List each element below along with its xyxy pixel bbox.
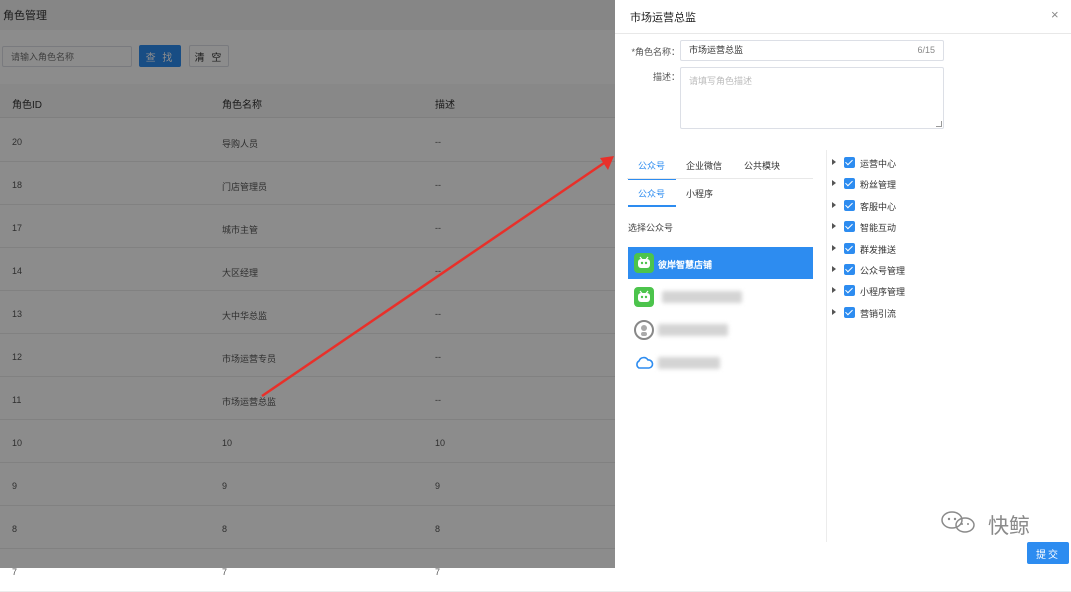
submit-button[interactable]: 提交 bbox=[1027, 542, 1069, 564]
caret-right-icon[interactable] bbox=[832, 244, 836, 251]
drawer-title: 市场运营总监 bbox=[630, 12, 696, 24]
caret-right-icon[interactable] bbox=[832, 266, 836, 272]
checkbox-checked-icon[interactable] bbox=[844, 306, 855, 318]
role-name-counter: 6/15 bbox=[917, 45, 935, 55]
tree-item-label: 客服中心 bbox=[860, 201, 897, 212]
select-account-label: 选择公众号 bbox=[628, 223, 674, 233]
tab-common-module[interactable]: 公共模块 bbox=[744, 159, 780, 172]
caret-right-icon[interactable] bbox=[832, 287, 836, 294]
tab-wecom[interactable]: 企业微信 bbox=[686, 159, 722, 172]
role-name-value: 市场运营总监 bbox=[689, 45, 744, 55]
subtab-active-indicator bbox=[628, 205, 676, 207]
subtab-mini-program[interactable]: 小程序 bbox=[686, 187, 713, 200]
checkbox-checked-icon[interactable] bbox=[844, 199, 855, 211]
checkbox-checked-icon[interactable] bbox=[844, 264, 855, 275]
account-name: 彼岸智慧店铺 bbox=[658, 260, 713, 270]
tree-item-label: 运营中心 bbox=[860, 159, 897, 169]
caret-right-icon[interactable] bbox=[832, 159, 836, 165]
drawer-divider bbox=[615, 33, 1071, 34]
role-name-input[interactable]: 市场运营总监 6/15 bbox=[680, 40, 944, 61]
tree-item-label: 小程序管理 bbox=[860, 287, 906, 298]
watermark-text: 快鲸 bbox=[988, 514, 1030, 538]
modal-overlay[interactable] bbox=[0, 0, 615, 568]
cell-id: 7 bbox=[12, 567, 18, 577]
caret-right-icon[interactable] bbox=[832, 180, 836, 187]
close-icon[interactable]: × bbox=[1051, 7, 1059, 22]
description-label: 描述： bbox=[652, 72, 680, 82]
checkbox-checked-icon[interactable] bbox=[844, 285, 855, 297]
role-edit-drawer: 市场运营总监 × *角色名称： 市场运营总监 6/15 描述： 请填写角色描述 … bbox=[615, 0, 1071, 568]
account-item-4[interactable] bbox=[628, 347, 813, 379]
tree-item-label: 营销引流 bbox=[860, 308, 897, 319]
cloud-icon bbox=[634, 353, 654, 373]
account-item-3[interactable] bbox=[628, 314, 813, 346]
blurred-account-name bbox=[662, 291, 742, 303]
tree-item-label: 智能互动 bbox=[860, 223, 897, 234]
mini-program-icon bbox=[634, 287, 654, 307]
account-item-2[interactable] bbox=[628, 281, 813, 313]
description-textarea[interactable]: 请填写角色描述 bbox=[680, 67, 944, 129]
tabs-divider bbox=[627, 178, 813, 179]
role-name-label: *角色名称： bbox=[631, 47, 680, 57]
tree-item-label: 公众号管理 bbox=[860, 266, 906, 276]
account-item-1[interactable]: 彼岸智慧店铺 bbox=[628, 247, 813, 279]
avatar-icon bbox=[634, 320, 654, 340]
resize-handle-icon[interactable] bbox=[936, 121, 942, 127]
watermark: 快鲸 bbox=[938, 508, 1038, 538]
subtab-official-account[interactable]: 公众号 bbox=[638, 187, 665, 200]
caret-right-icon[interactable] bbox=[832, 223, 836, 230]
checkbox-checked-icon[interactable] bbox=[844, 221, 855, 233]
tab-official-account[interactable]: 公众号 bbox=[638, 159, 665, 172]
tree-item-label: 粉丝管理 bbox=[860, 180, 897, 191]
checkbox-checked-icon[interactable] bbox=[844, 178, 855, 190]
watermark-logo-icon bbox=[941, 511, 975, 533]
blurred-account-name bbox=[658, 324, 728, 336]
checkbox-checked-icon[interactable] bbox=[844, 242, 855, 254]
cell-desc: 7 bbox=[435, 567, 441, 577]
description-placeholder: 请填写角色描述 bbox=[689, 76, 753, 86]
caret-right-icon[interactable] bbox=[832, 201, 836, 208]
checkbox-checked-icon[interactable] bbox=[844, 157, 855, 168]
caret-right-icon[interactable] bbox=[832, 308, 836, 315]
cell-name: 7 bbox=[222, 567, 228, 577]
blurred-account-name bbox=[658, 357, 720, 369]
tree-item-label: 群发推送 bbox=[860, 244, 897, 255]
mini-program-icon bbox=[634, 253, 654, 273]
panel-divider bbox=[826, 150, 827, 542]
